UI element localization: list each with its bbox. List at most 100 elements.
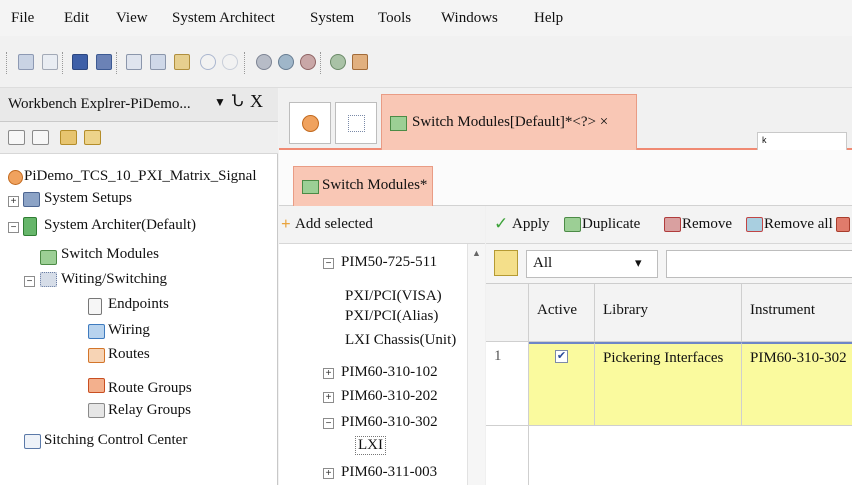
tab-switch-modules[interactable]: Switch Modules* xyxy=(293,166,433,206)
paste-icon[interactable] xyxy=(174,54,190,70)
scroll-up-icon[interactable]: ▲ xyxy=(472,248,481,258)
column-header-active[interactable]: Active xyxy=(529,284,595,342)
copy-icon[interactable] xyxy=(150,54,166,70)
switch-modules-icon xyxy=(40,250,57,265)
project-icon xyxy=(8,170,23,185)
open-icon[interactable] xyxy=(42,54,58,70)
module-lxi[interactable]: LXI xyxy=(355,436,386,455)
routes-icon xyxy=(88,348,105,363)
filter-bar: All ▾ xyxy=(486,244,852,284)
tree-route-groups[interactable]: Route Groups xyxy=(108,380,192,397)
menu-view[interactable]: View xyxy=(116,10,148,27)
tree-system-setups[interactable]: System Setups xyxy=(44,190,132,207)
empty-grid-area xyxy=(529,426,852,485)
wiring-icon xyxy=(88,324,105,339)
tree-switching-control-center[interactable]: Sitching Control Center xyxy=(44,432,187,449)
column-header-library[interactable]: Library xyxy=(595,284,742,342)
expand-icon[interactable]: + xyxy=(8,196,19,207)
run-icon[interactable] xyxy=(278,54,294,70)
table-row-library-cell[interactable]: Pickering Interfaces xyxy=(595,342,742,426)
cut-icon[interactable] xyxy=(126,54,142,70)
module-pane-header: + Add selected xyxy=(279,206,485,244)
collapse-icon[interactable]: − xyxy=(323,418,334,429)
apply-button[interactable]: Apply xyxy=(512,216,550,233)
editor-toolbar: ✓ Apply Duplicate Remove Remove all xyxy=(486,206,852,244)
save-icon[interactable] xyxy=(72,54,88,70)
document-area: Switch Modules[Default]*<?> × k Switch M… xyxy=(279,88,852,485)
expand-all-icon[interactable] xyxy=(32,130,49,145)
modules-editor-pane: ✓ Apply Duplicate Remove Remove all All … xyxy=(486,206,852,485)
new-folder-icon[interactable] xyxy=(60,130,77,145)
module-pim60-310-302[interactable]: PIM60-310-302 xyxy=(341,414,438,431)
menu-edit[interactable]: Edit xyxy=(64,10,89,27)
endpoints-icon xyxy=(88,298,102,315)
switch-modules-icon xyxy=(302,180,319,194)
filter-icon[interactable] xyxy=(494,250,518,276)
options-icon[interactable] xyxy=(836,217,850,232)
table-row-active-cell[interactable]: ✔ xyxy=(529,342,595,426)
tree-wiring[interactable]: Wiring xyxy=(108,322,150,339)
filter-select[interactable]: All ▾ xyxy=(526,250,658,278)
tree-relay-groups[interactable]: Relay Groups xyxy=(108,402,191,419)
build-icon[interactable] xyxy=(256,54,272,70)
collapse-icon[interactable]: − xyxy=(8,222,19,233)
collapse-icon[interactable]: − xyxy=(24,276,35,287)
module-pim60-311-003[interactable]: PIM60-311-003 xyxy=(341,464,437,481)
menu-system-architect[interactable]: System Architect xyxy=(172,10,275,27)
debug-icon[interactable] xyxy=(330,54,346,70)
duplicate-button[interactable]: Duplicate xyxy=(582,216,640,233)
filter-text-input[interactable] xyxy=(666,250,852,278)
module-pim60-310-102[interactable]: PIM60-310-102 xyxy=(341,364,438,381)
editor-tab-strip: Switch Modules* xyxy=(279,150,852,206)
stop-icon[interactable] xyxy=(300,54,316,70)
deploy-icon[interactable] xyxy=(352,54,368,70)
expand-icon[interactable]: + xyxy=(323,392,334,403)
workbench-header: Workbench Explrer-PiDemo... ▼ Ն X xyxy=(0,88,278,122)
close-icon[interactable]: X xyxy=(250,91,263,112)
column-header-instrument[interactable]: Instrument xyxy=(742,284,852,342)
menu-tools[interactable]: Tools xyxy=(378,10,411,27)
remove-all-button[interactable]: Remove all xyxy=(764,216,833,233)
project-icon xyxy=(302,115,319,132)
tree-system-architect[interactable]: System Architer(Default) xyxy=(44,217,196,234)
redo-icon[interactable] xyxy=(222,54,238,70)
tree-endpoints[interactable]: Endpoints xyxy=(108,296,169,313)
module-pim50-725-511[interactable]: PIM50-725-511 xyxy=(341,254,437,271)
collapse-icon[interactable]: − xyxy=(323,258,334,269)
save-all-icon[interactable] xyxy=(96,54,112,70)
tree-switch-modules[interactable]: Switch Modules xyxy=(61,246,159,263)
module-lxi-chassis[interactable]: LXI Chassis(Unit) xyxy=(345,332,456,349)
undo-icon[interactable] xyxy=(200,54,216,70)
chevron-down-icon[interactable]: ▼ xyxy=(214,95,226,110)
tab-start-page[interactable] xyxy=(289,102,331,144)
module-scrollbar[interactable]: ▲ xyxy=(467,244,485,485)
pin-icon[interactable]: Ն xyxy=(232,91,244,111)
add-selected-button[interactable]: Add selected xyxy=(295,216,373,233)
collapse-all-icon[interactable] xyxy=(8,130,25,145)
toolbar-separator xyxy=(62,52,64,74)
filter-selected-value: All xyxy=(533,255,553,271)
system-architect-icon xyxy=(23,217,37,236)
route-groups-icon xyxy=(88,378,105,393)
tree-routes[interactable]: Routes xyxy=(108,346,150,363)
expand-icon[interactable]: + xyxy=(323,468,334,479)
menu-help[interactable]: Help xyxy=(534,10,563,27)
module-pxi-pci-visa[interactable]: PXI/PCI(VISA) xyxy=(345,288,442,305)
menu-file[interactable]: File xyxy=(11,10,34,27)
row-index[interactable]: 1 xyxy=(486,342,529,426)
remove-button[interactable]: Remove xyxy=(682,216,732,233)
module-pxi-pci-alias[interactable]: PXI/PCI(Alias) xyxy=(345,308,438,325)
table-row-instrument-cell[interactable]: PIM60-310-302 xyxy=(742,342,852,426)
menu-windows[interactable]: Windows xyxy=(441,10,498,27)
menu-system[interactable]: System xyxy=(310,10,354,27)
tree-wiring-switching[interactable]: Witing/Switching xyxy=(61,271,167,288)
tree-project-root[interactable]: PiDemo_TCS_10_PXI_Matrix_Signal xyxy=(24,168,257,185)
expand-icon[interactable]: + xyxy=(323,368,334,379)
tab-wiring-overview[interactable] xyxy=(335,102,377,144)
relay-groups-icon xyxy=(88,403,105,418)
active-checkbox[interactable]: ✔ xyxy=(555,350,568,363)
open-folder-icon[interactable] xyxy=(84,130,101,145)
module-pim60-310-202[interactable]: PIM60-310-202 xyxy=(341,388,438,405)
new-icon[interactable] xyxy=(18,54,34,70)
tab-switch-modules-default[interactable]: Switch Modules[Default]*<?> × xyxy=(381,94,637,150)
